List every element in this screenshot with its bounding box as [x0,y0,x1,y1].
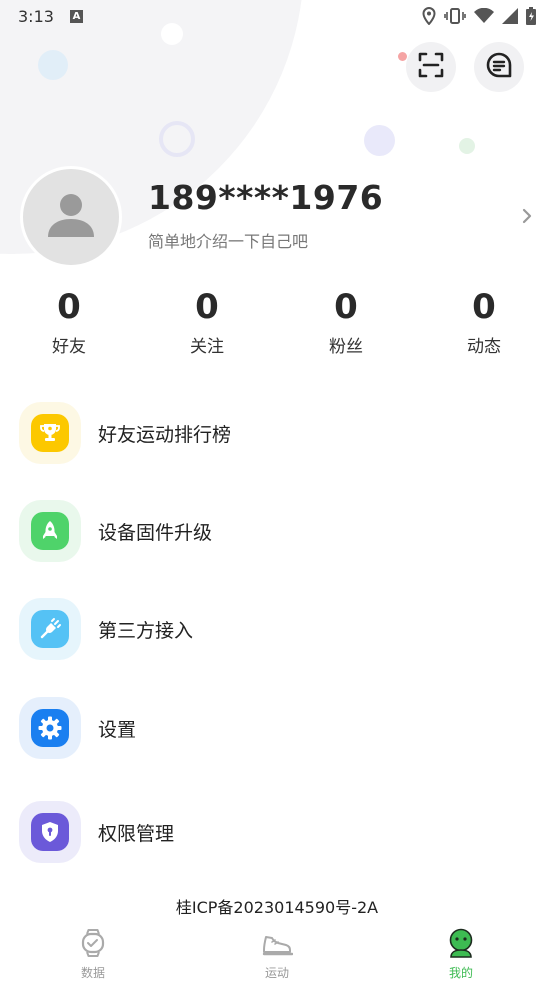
notification-badge: A [69,9,83,23]
status-bar: 3:13 A [0,0,554,32]
message-icon [485,51,513,83]
stat-value: 0 [472,287,496,327]
nav-label: 数据 [80,966,105,980]
menu-label: 设置 [98,718,137,741]
stat-label: 好友 [52,337,86,357]
person-icon [447,928,475,962]
menu-label: 第三方接入 [98,619,194,642]
plug-icon [31,610,69,648]
menu-item-permissions[interactable]: 权限管理 [0,800,554,864]
decor-dot [364,125,395,156]
menu-item-third-party[interactable]: 第三方接入 [0,597,554,661]
stat-value: 0 [334,287,358,327]
shoe-icon [261,928,294,962]
status-time: 3:13 [18,6,54,26]
nav-tab-data[interactable]: 数据 [38,928,148,981]
menu-icon-bg [19,500,81,562]
shield-lock-icon [31,813,69,851]
stat-friends[interactable]: 0 好友 [9,284,129,357]
decor-ring [159,121,195,157]
menu-item-firmware-upgrade[interactable]: 设备固件升级 [0,499,554,563]
menu-icon-bg [19,402,81,464]
stat-label: 粉丝 [329,337,363,357]
user-bio[interactable]: 简单地介绍一下自己吧 [148,228,308,252]
menu-icon-bg [19,801,81,863]
icp-license[interactable]: 桂ICP备2023014590号-2A [0,894,554,918]
scan-button[interactable] [406,42,456,92]
decor-dot [459,138,475,154]
decor-dot [398,52,407,61]
decor-dot [38,50,68,80]
stat-posts[interactable]: 0 动态 [424,284,544,357]
chevron-right-icon[interactable] [521,207,533,229]
menu-item-friend-ranking[interactable]: 好友运动排行榜 [0,401,554,465]
stats-row: 0 好友 0 关注 0 粉丝 0 动态 [0,284,554,364]
location-icon [422,7,436,25]
my-profile-page: 3:13 A 189****1976 简单地介绍一下自己吧 0 好友 0 关注 … [0,0,554,984]
scan-icon [417,51,445,83]
wifi-icon [474,8,494,24]
menu-label: 权限管理 [98,822,175,845]
user-placeholder-icon [46,191,96,243]
user-phone[interactable]: 189****1976 [148,178,383,217]
battery-icon [526,7,536,25]
rocket-icon [31,512,69,550]
vibrate-icon [444,7,466,25]
stat-value: 0 [57,287,81,327]
status-icons [422,7,536,25]
bottom-nav: 数据 运动 我的 [0,924,554,984]
nav-label: 我的 [448,966,473,980]
stat-label: 关注 [190,337,224,357]
menu-item-settings[interactable]: 设置 [0,696,554,760]
gear-icon [31,709,69,747]
stat-value: 0 [195,287,219,327]
menu-label: 设备固件升级 [98,521,213,544]
watch-icon [80,928,106,962]
avatar[interactable] [20,166,122,268]
stat-label: 动态 [467,337,501,357]
stat-fans[interactable]: 0 粉丝 [286,284,406,357]
nav-tab-mine[interactable]: 我的 [406,928,516,981]
menu-icon-bg [19,697,81,759]
stat-following[interactable]: 0 关注 [147,284,267,357]
nav-label: 运动 [264,966,289,980]
message-button[interactable] [474,42,524,92]
menu-label: 好友运动排行榜 [98,423,232,446]
menu-icon-bg [19,598,81,660]
signal-icon [502,8,518,24]
trophy-icon [31,414,69,452]
nav-tab-sport[interactable]: 运动 [222,928,332,981]
